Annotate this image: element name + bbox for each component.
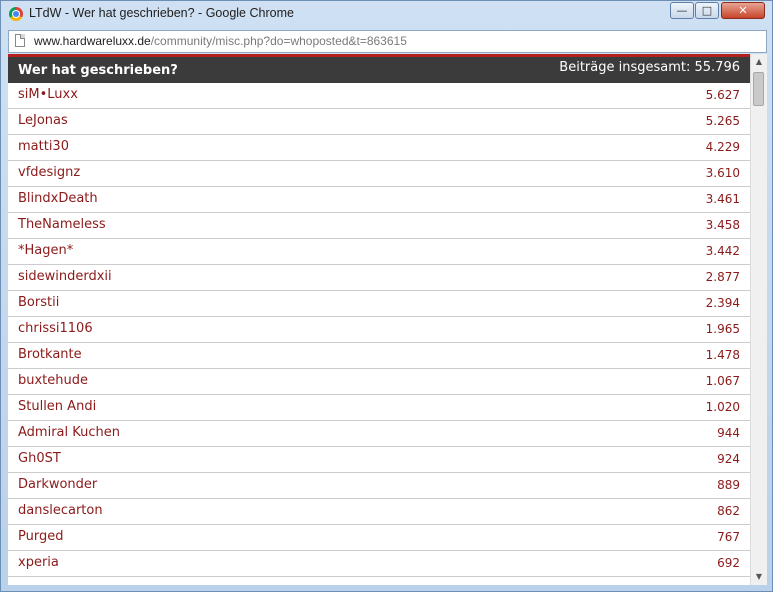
poster-name-link[interactable]: matti30 [18, 139, 69, 154]
poster-row: xperia 692 [8, 551, 750, 577]
poster-row: Darkwonder 889 [8, 473, 750, 499]
poster-name-link[interactable]: Stullen Andi [18, 399, 96, 414]
url-path: /community/misc.php?do=whoposted&t=86361… [150, 34, 407, 48]
window-title: LTdW - Wer hat geschrieben? - Google Chr… [29, 6, 294, 20]
poster-name-link[interactable]: Admiral Kuchen [18, 425, 120, 440]
post-count: 2.394 [705, 296, 740, 310]
title-bar[interactable]: LTdW - Wer hat geschrieben? - Google Chr… [1, 1, 772, 27]
poster-row: danslecarton 862 [8, 499, 750, 525]
poster-name-link[interactable]: *Hagen* [18, 243, 73, 258]
post-count: 767 [717, 530, 740, 544]
scroll-thumb[interactable] [753, 72, 764, 106]
poster-row: Admiral Kuchen 944 [8, 421, 750, 447]
poster-row: chrissi1106 1.965 [8, 317, 750, 343]
minimize-button[interactable]: — [670, 2, 694, 19]
post-count: 3.610 [705, 166, 740, 180]
poster-name-link[interactable]: Gh0ST [18, 451, 61, 466]
url-text[interactable]: www.hardwareluxx.de/community/misc.php?d… [34, 34, 407, 48]
post-count: 924 [717, 452, 740, 466]
poster-name-link[interactable]: vfdesignz [18, 165, 80, 180]
post-count: 1.020 [705, 400, 740, 414]
poster-name-link[interactable]: LeJonas [18, 113, 68, 128]
poster-name-link[interactable]: siM•Luxx [18, 87, 78, 102]
poster-row: BlindxDeath 3.461 [8, 187, 750, 213]
post-count: 4.229 [705, 140, 740, 154]
poster-name-link[interactable]: Darkwonder [18, 477, 97, 492]
address-bar[interactable]: www.hardwareluxx.de/community/misc.php?d… [8, 30, 767, 53]
poster-row: TheNameless 3.458 [8, 213, 750, 239]
poster-row: buxtehude 1.067 [8, 369, 750, 395]
poster-name-link[interactable]: xperia [18, 555, 59, 570]
chrome-logo-icon [9, 7, 23, 21]
poster-row: Borstii 2.394 [8, 291, 750, 317]
poster-row: Brotkante 1.478 [8, 343, 750, 369]
scrollbar[interactable]: ▲ ▼ [750, 54, 767, 585]
scroll-down-icon[interactable]: ▼ [751, 569, 767, 585]
post-count: 889 [717, 478, 740, 492]
browser-window: LTdW - Wer hat geschrieben? - Google Chr… [0, 0, 773, 592]
post-count: 3.442 [705, 244, 740, 258]
post-count: 5.627 [705, 88, 740, 102]
poster-name-link[interactable]: chrissi1106 [18, 321, 93, 336]
post-count: 862 [717, 504, 740, 518]
poster-name-link[interactable]: Borstii [18, 295, 59, 310]
poster-name-link[interactable]: buxtehude [18, 373, 88, 388]
close-button[interactable]: ✕ [721, 2, 765, 19]
post-count: 1.965 [705, 322, 740, 336]
post-count: 1.067 [705, 374, 740, 388]
post-count: 2.877 [705, 270, 740, 284]
poster-list: siM•Luxx 5.627 LeJonas 5.265 matti30 4.229 vfd… [8, 83, 750, 577]
poster-row: matti30 4.229 [8, 135, 750, 161]
post-count: 3.458 [705, 218, 740, 232]
post-count: 1.478 [705, 348, 740, 362]
post-count: 3.461 [705, 192, 740, 206]
poster-row: *Hagen* 3.442 [8, 239, 750, 265]
poster-name-link[interactable]: TheNameless [18, 217, 106, 232]
poster-name-link[interactable]: danslecarton [18, 503, 103, 518]
poster-row: Stullen Andi 1.020 [8, 395, 750, 421]
poster-row: Purged 767 [8, 525, 750, 551]
poster-row: vfdesignz 3.610 [8, 161, 750, 187]
poster-name-link[interactable]: BlindxDeath [18, 191, 98, 206]
total-posts: Beiträge insgesamt: 55.796 [559, 60, 740, 75]
maximize-button[interactable]: □ [695, 2, 719, 19]
poster-name-link[interactable]: sidewinderdxii [18, 269, 112, 284]
url-host: www.hardwareluxx.de [34, 34, 151, 48]
poster-row: siM•Luxx 5.627 [8, 83, 750, 109]
post-count: 5.265 [705, 114, 740, 128]
panel-header: Wer hat geschrieben? Beiträge insgesamt:… [8, 54, 750, 83]
poster-name-link[interactable]: Purged [18, 529, 63, 544]
post-count: 944 [717, 426, 740, 440]
post-count: 692 [717, 556, 740, 570]
page-icon [15, 34, 25, 47]
poster-row: sidewinderdxii 2.877 [8, 265, 750, 291]
scroll-up-icon[interactable]: ▲ [751, 54, 767, 70]
panel-title: Wer hat geschrieben? [18, 63, 178, 78]
poster-row: Gh0ST 924 [8, 447, 750, 473]
page-content: Wer hat geschrieben? Beiträge insgesamt:… [8, 54, 767, 585]
poster-row: LeJonas 5.265 [8, 109, 750, 135]
poster-name-link[interactable]: Brotkante [18, 347, 82, 362]
